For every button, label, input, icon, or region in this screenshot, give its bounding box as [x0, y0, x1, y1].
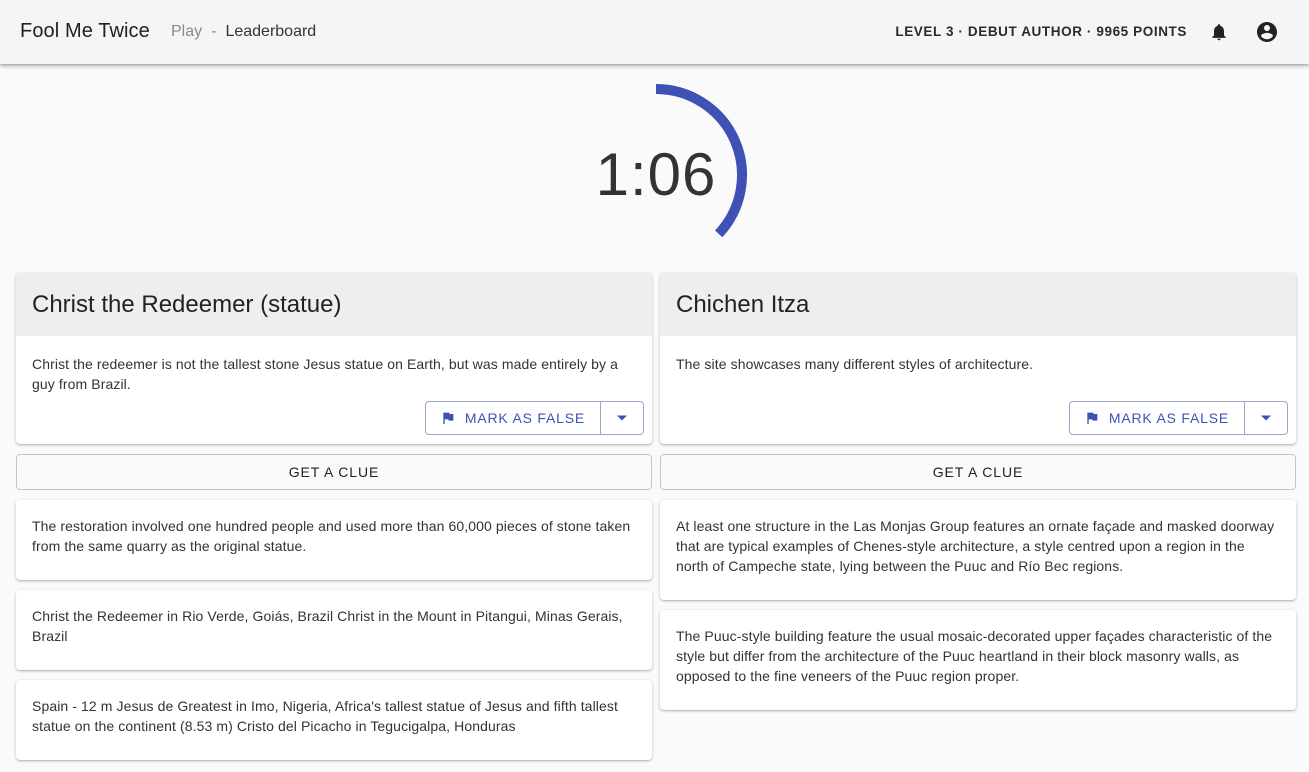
claim-title: Chichen Itza	[660, 273, 1296, 336]
player-status: LEVEL 3 · DEBUT AUTHOR · 9965 POINTS	[895, 24, 1187, 39]
mark-options-dropdown[interactable]	[601, 402, 643, 434]
mark-as-false-label: MARK AS FALSE	[464, 410, 585, 426]
nav-leaderboard-link[interactable]: Leaderboard	[225, 23, 316, 41]
clue-card: At least one structure in the Las Monjas…	[660, 500, 1296, 600]
account-button[interactable]	[1253, 18, 1281, 46]
countdown-timer: 1:06	[548, 64, 764, 274]
notifications-button[interactable]	[1205, 18, 1233, 46]
clue-card: The Puuc-style building feature the usua…	[660, 610, 1296, 710]
timer-value: 1:06	[595, 141, 717, 208]
mark-false-split-button: MARK AS FALSE	[1068, 401, 1288, 435]
claim-card: Christ the Redeemer (statue) Christ the …	[16, 273, 652, 444]
main-nav: Play - Leaderboard	[171, 23, 316, 41]
claim-text: Christ the redeemer is not the tallest s…	[32, 356, 619, 392]
nav-separator: -	[211, 23, 217, 40]
mark-as-false-label: MARK AS FALSE	[1108, 410, 1229, 426]
mark-as-false-button[interactable]: MARK AS FALSE	[426, 402, 601, 434]
get-a-clue-button[interactable]: GET A CLUE	[16, 454, 652, 490]
mark-as-false-button[interactable]: MARK AS FALSE	[1070, 402, 1245, 434]
bell-icon	[1212, 24, 1226, 41]
claim-column-2: Chichen Itza The site showcases many dif…	[660, 273, 1296, 710]
clue-card: Spain - 12 m Jesus de Greatest in Imo, N…	[16, 680, 652, 760]
claim-title: Christ the Redeemer (statue)	[16, 273, 652, 336]
claim-column-1: Christ the Redeemer (statue) Christ the …	[16, 273, 652, 760]
flag-icon	[1087, 412, 1098, 424]
caret-down-icon	[617, 415, 627, 421]
app-title[interactable]: Fool Me Twice	[20, 20, 150, 43]
get-a-clue-button[interactable]: GET A CLUE	[660, 454, 1296, 490]
claim-text: The site showcases many different styles…	[676, 356, 1034, 372]
nav-play-link[interactable]: Play	[171, 23, 202, 41]
mark-options-dropdown[interactable]	[1245, 402, 1287, 434]
clue-card: The restoration involved one hundred peo…	[16, 500, 652, 580]
claim-card: Chichen Itza The site showcases many dif…	[660, 273, 1296, 444]
mark-false-split-button: MARK AS FALSE	[424, 401, 644, 435]
clue-card: Christ the Redeemer in Rio Verde, Goiás,…	[16, 590, 652, 670]
app-bar: Fool Me Twice Play - Leaderboard LEVEL 3…	[0, 0, 1309, 64]
caret-down-icon	[1261, 415, 1271, 421]
account-circle-icon	[1257, 22, 1277, 42]
flag-icon	[443, 412, 454, 424]
